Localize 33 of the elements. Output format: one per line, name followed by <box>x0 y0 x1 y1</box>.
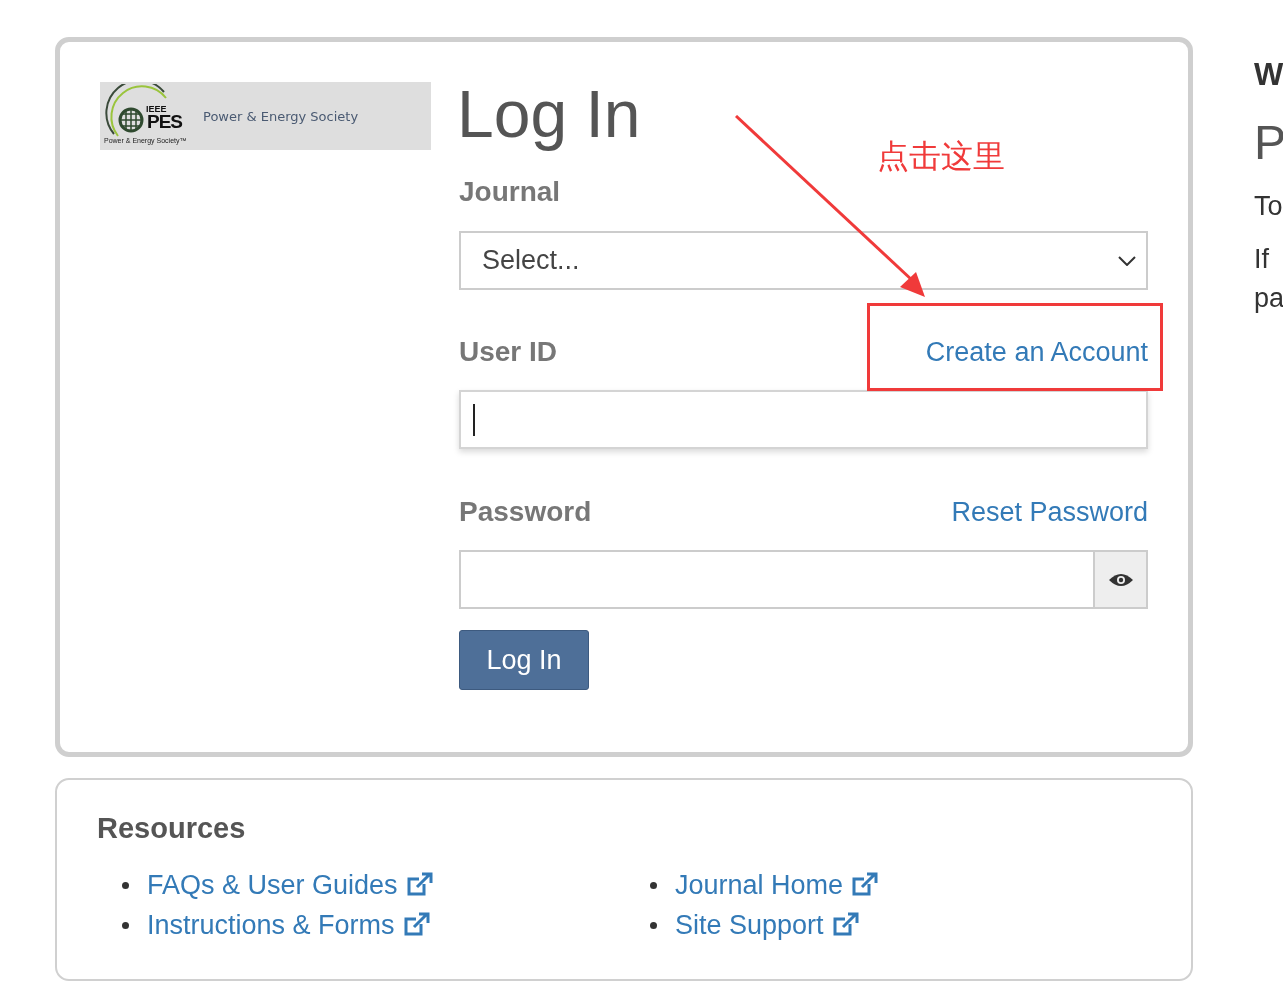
user-id-field[interactable] <box>459 390 1148 449</box>
external-link-icon <box>831 912 860 938</box>
journal-select[interactable]: Select... <box>459 231 1148 290</box>
resource-link[interactable]: FAQs & User Guides <box>147 869 398 901</box>
side-heading: W <box>1254 57 1283 93</box>
page-title: Log In <box>457 76 641 153</box>
resources-heading: Resources <box>97 812 247 845</box>
side-text: If <box>1254 244 1270 275</box>
annotation-text: 点击这里 <box>877 137 1005 176</box>
field-label: Password <box>459 496 592 528</box>
password-field[interactable] <box>459 550 1093 609</box>
external-link-icon <box>851 872 880 898</box>
external-link-icon <box>402 912 431 938</box>
logo-name: Power & Energy Society <box>203 108 359 124</box>
chevron-icon <box>1118 255 1136 266</box>
field-label: Journal <box>459 176 561 208</box>
bullet-icon <box>650 881 657 889</box>
bullet-icon <box>122 921 129 929</box>
bullet-icon <box>650 921 657 929</box>
resource-link[interactable]: Journal Home <box>675 869 844 901</box>
field-label: User ID <box>459 336 558 368</box>
resource-link[interactable]: Site Support <box>675 909 824 941</box>
logo-acronym: PES <box>147 111 183 133</box>
show-password-button[interactable] <box>1093 550 1148 609</box>
external-link-icon <box>405 872 434 898</box>
resource-link[interactable]: Instructions & Forms <box>147 909 395 941</box>
login-button[interactable]: Log In <box>459 630 589 690</box>
create-account-link[interactable]: Create an Account <box>925 336 1148 368</box>
side-text: To <box>1254 191 1283 222</box>
logo-org: IEEE <box>146 104 167 114</box>
eye-icon <box>1107 571 1134 588</box>
reset-password-link[interactable]: Reset Password <box>951 496 1148 528</box>
bullet-icon <box>122 881 129 889</box>
